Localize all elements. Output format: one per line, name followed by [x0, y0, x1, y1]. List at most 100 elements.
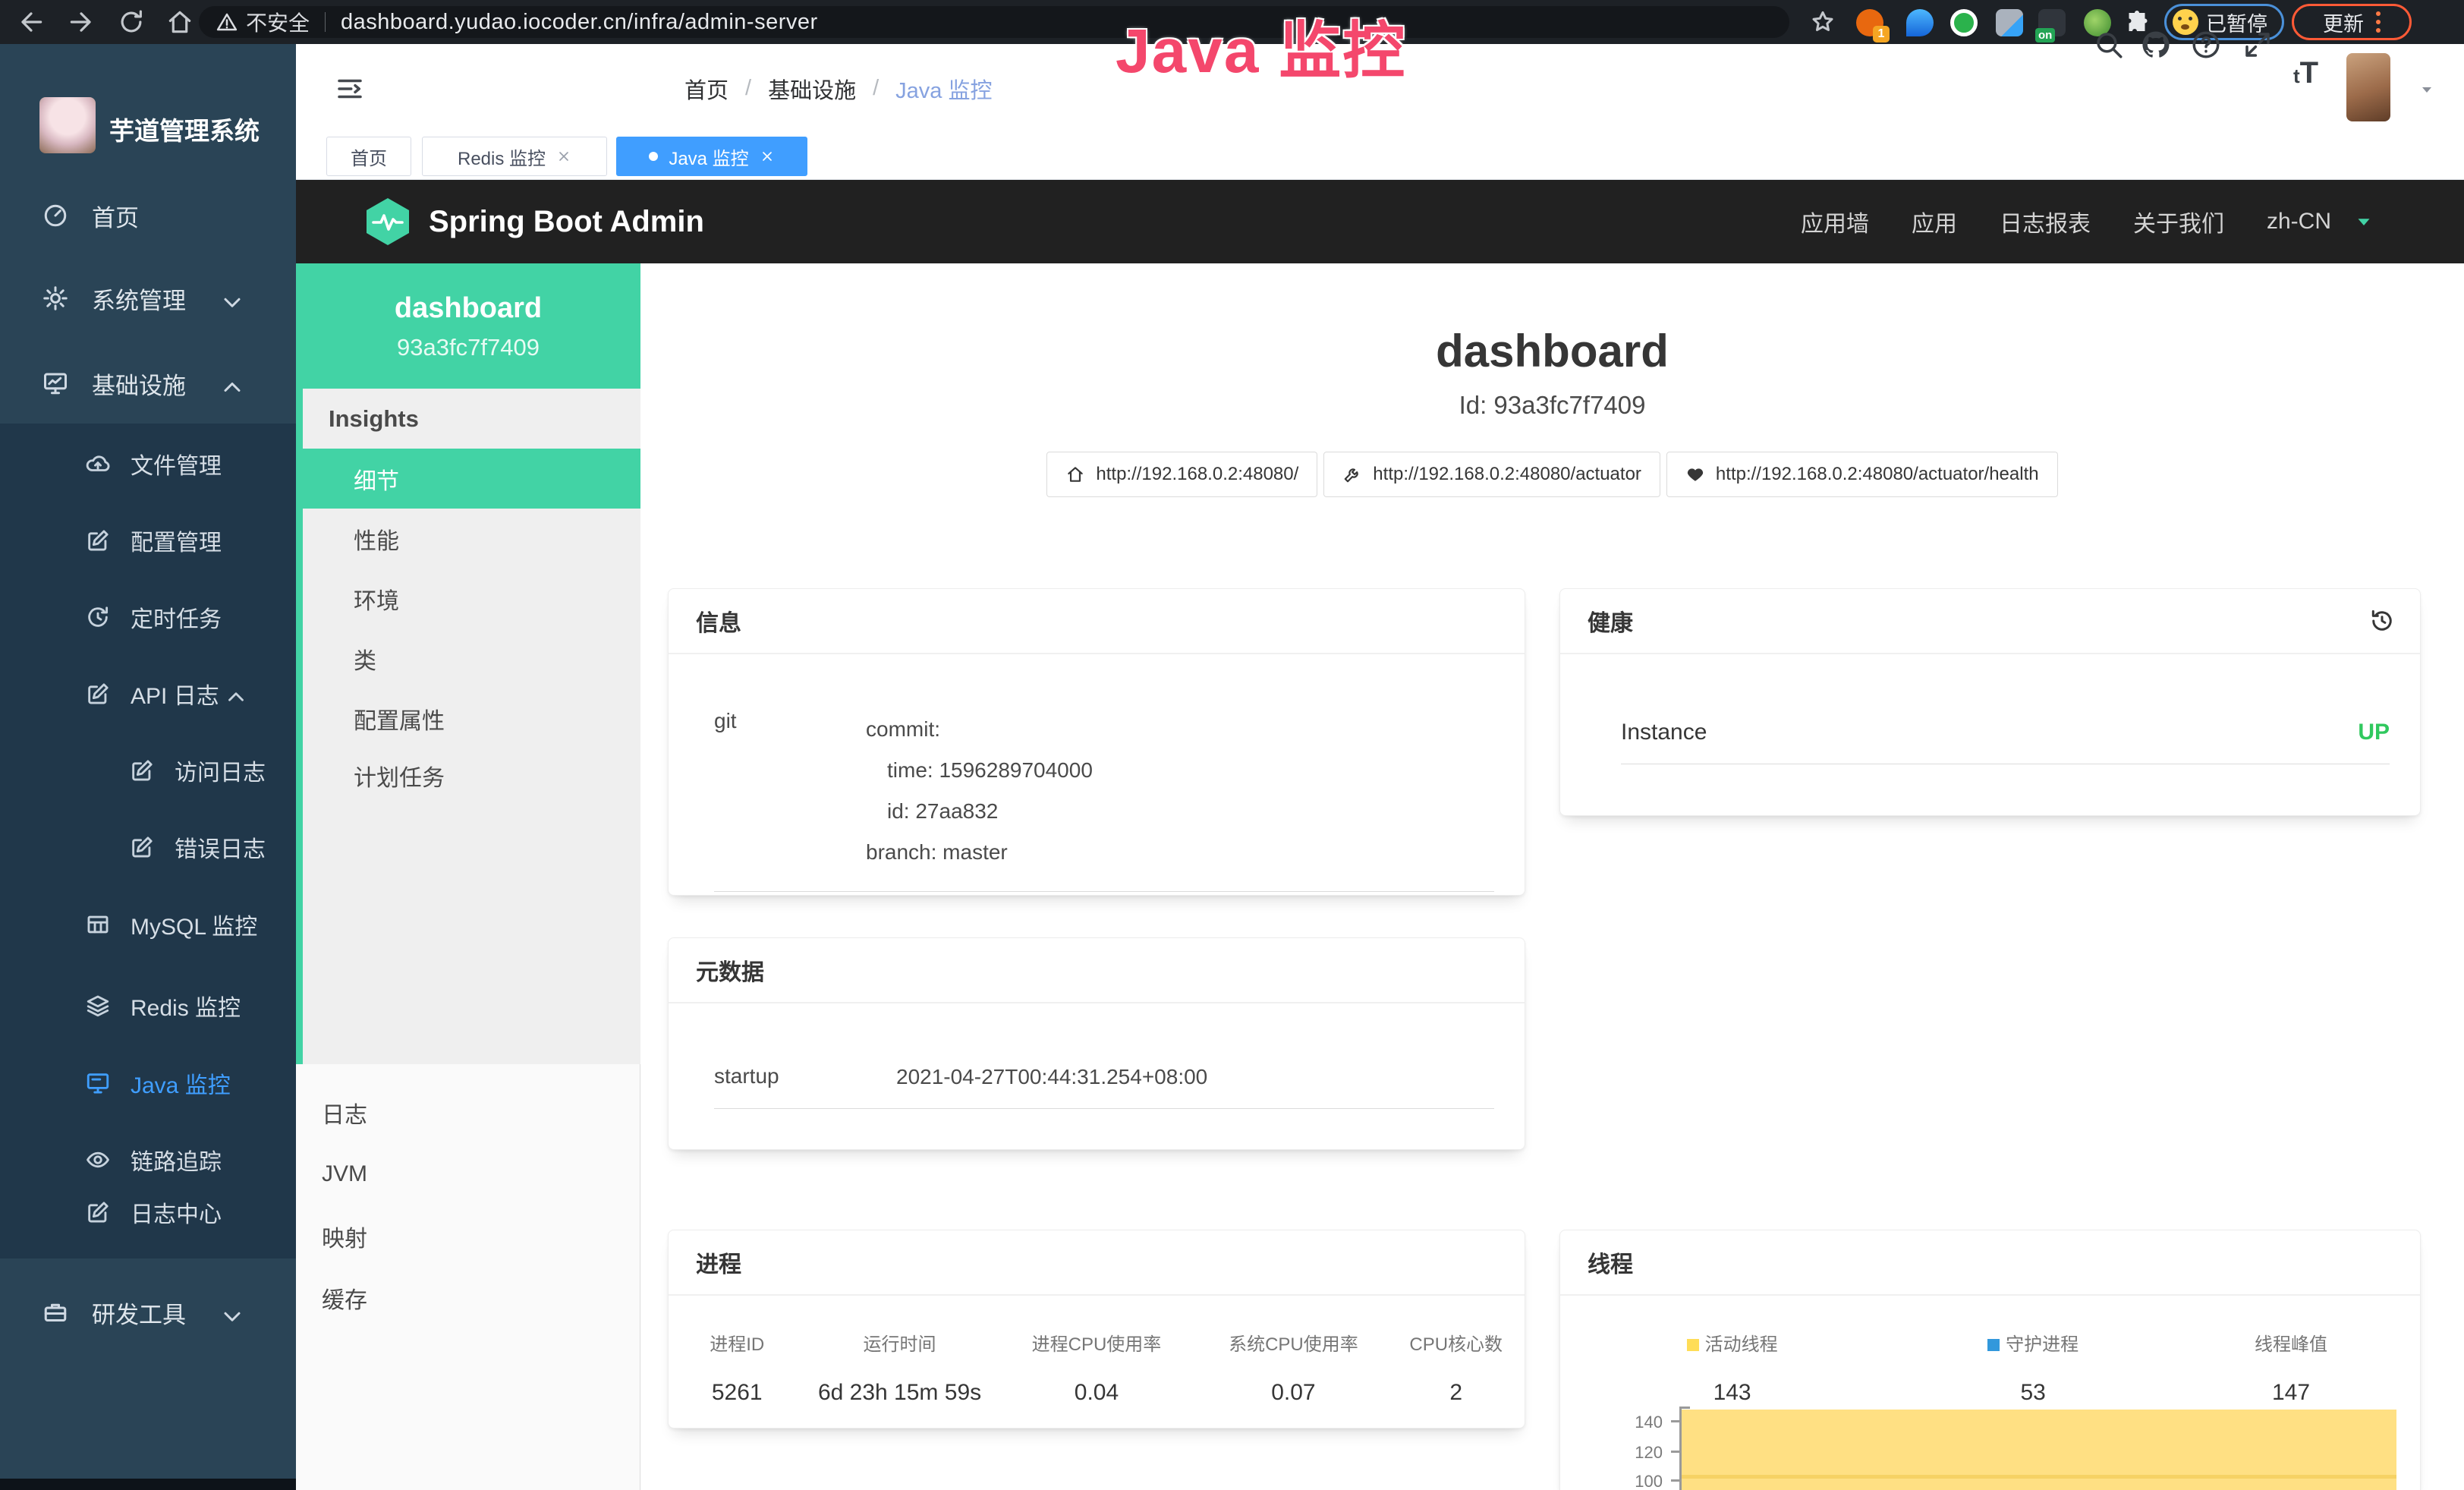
- breadcrumb-home[interactable]: 首页: [684, 73, 729, 105]
- browser-forward-icon[interactable]: [67, 8, 96, 36]
- update-label: 更新: [2323, 8, 2364, 37]
- browser-menu-icon[interactable]: [2376, 11, 2381, 33]
- extension-pin-icon[interactable]: [1906, 9, 1934, 36]
- legend-live-threads: 活动线程 143: [1560, 1329, 1904, 1406]
- history-icon[interactable]: [2368, 607, 2396, 635]
- ytick-120: 120: [1617, 1443, 1663, 1463]
- tab-redis-monitor[interactable]: Redis 监控: [422, 137, 607, 176]
- threads-card-title: 线程: [1560, 1230, 2420, 1296]
- sidebar-item-redis-monitor[interactable]: Redis 监控: [0, 975, 296, 1036]
- extension-grid-icon[interactable]: [1996, 9, 2023, 36]
- page-title: dashboard: [640, 325, 2464, 377]
- close-icon[interactable]: [760, 149, 775, 164]
- threads-card: 线程 活动线程 143 守护进程 53 线程峰值 147 1: [1559, 1230, 2421, 1490]
- sidebar-item-java-monitor[interactable]: Java 监控: [0, 1053, 296, 1114]
- sidebar-item-tracing[interactable]: 链路追踪: [0, 1129, 296, 1190]
- sba-item-details[interactable]: 细节: [296, 449, 640, 509]
- url-text[interactable]: dashboard.yudao.iocoder.cn/infra/admin-s…: [341, 10, 818, 35]
- nav-about[interactable]: 关于我们: [2133, 205, 2224, 238]
- sidebar-item-access-logs[interactable]: 访问日志: [0, 740, 296, 801]
- sba-item-config-props[interactable]: 配置属性: [296, 688, 640, 748]
- health-card: 健康 Instance UP: [1559, 588, 2421, 816]
- bookmark-star-icon[interactable]: [1809, 8, 1836, 36]
- gear-icon: [42, 285, 69, 312]
- extension-dark-icon[interactable]: on: [2038, 9, 2066, 36]
- nav-language[interactable]: zh-CN: [2267, 209, 2331, 235]
- address-bar[interactable]: 不安全 dashboard.yudao.iocoder.cn/infra/adm…: [199, 6, 1789, 38]
- app-title: 芋道管理系统: [109, 111, 260, 147]
- nav-application-wall[interactable]: 应用墙: [1801, 205, 1869, 238]
- layers-icon: [85, 993, 111, 1019]
- actuator-url-chip[interactable]: http://192.168.0.2:48080/actuator: [1323, 452, 1660, 497]
- active-dot: [649, 152, 658, 161]
- sidebar-item-system[interactable]: 系统管理: [0, 268, 296, 329]
- browser-reload-icon[interactable]: [117, 8, 146, 36]
- browser-home-icon[interactable]: [165, 8, 194, 36]
- process-card-title: 进程: [669, 1230, 1525, 1296]
- app-logo-row[interactable]: 芋道管理系统: [0, 94, 296, 158]
- avatar-caret-icon[interactable]: [2418, 80, 2436, 99]
- sidebar-item-scheduled-jobs[interactable]: 定时任务: [0, 587, 296, 647]
- sba-item-mappings[interactable]: 映射: [296, 1207, 640, 1266]
- sidebar-item-mysql-monitor[interactable]: MySQL 监控: [0, 894, 296, 955]
- instance-name: dashboard: [296, 292, 640, 325]
- spring-boot-admin-logo: [363, 197, 413, 247]
- sba-item-jvm[interactable]: JVM: [296, 1145, 640, 1204]
- help-icon[interactable]: [2190, 29, 2222, 61]
- sidebar-item-api-logs[interactable]: API 日志: [0, 663, 296, 724]
- sidebar-item-home[interactable]: 首页: [0, 185, 296, 246]
- search-icon[interactable]: [2093, 29, 2125, 61]
- service-url-chip[interactable]: http://192.168.0.2:48080/: [1046, 452, 1317, 497]
- insights-section: Insights 细节 性能 环境 类 配置属性 计划任务: [296, 389, 640, 1064]
- fullscreen-icon[interactable]: [2242, 29, 2274, 61]
- extension-sync-icon[interactable]: 1: [1856, 9, 1883, 36]
- sba-item-caches[interactable]: 缓存: [296, 1268, 640, 1328]
- annotation-java-monitor: Java 监控: [1116, 0, 1406, 90]
- sba-item-environment[interactable]: 环境: [296, 569, 640, 628]
- sidebar-item-infra[interactable]: 基础设施: [0, 353, 296, 414]
- sidebar-item-file-manage[interactable]: 文件管理: [0, 433, 296, 494]
- threads-area-series: [1682, 1410, 2396, 1490]
- sidebar-item-log-center[interactable]: 日志中心: [0, 1182, 296, 1243]
- process-col-pid: 进程ID 5261: [669, 1329, 805, 1406]
- sba-sidebar: dashboard 93a3fc7f7409 Insights 细节 性能 环境…: [296, 263, 640, 1490]
- tags-view: 首页 Redis 监控 Java 监控: [296, 133, 2464, 180]
- chevron-up-icon: [223, 684, 249, 710]
- health-url-chip[interactable]: http://192.168.0.2:48080/actuator/health: [1666, 452, 2058, 497]
- browser-back-icon[interactable]: [17, 8, 46, 36]
- sba-item-classes[interactable]: 类: [296, 628, 640, 688]
- metadata-startup-row: startup 2021-04-27T00:44:31.254+08:00: [714, 1064, 1494, 1109]
- nav-log-report[interactable]: 日志报表: [2000, 205, 2091, 238]
- sba-item-logs[interactable]: 日志: [296, 1083, 640, 1142]
- heart-icon: [1685, 465, 1705, 484]
- process-col-uptime: 运行时间 6d 23h 15m 59s: [805, 1329, 993, 1406]
- close-icon[interactable]: [556, 149, 571, 164]
- cloud-upload-icon: [85, 451, 111, 477]
- not-secure-label[interactable]: 不安全: [246, 7, 310, 37]
- hamburger-icon[interactable]: [334, 73, 366, 105]
- sba-item-scheduled-tasks[interactable]: 计划任务: [296, 745, 640, 805]
- sidebar-item-config-manage[interactable]: 配置管理: [0, 510, 296, 571]
- github-icon[interactable]: [2140, 29, 2172, 61]
- breadcrumb-infra[interactable]: 基础设施: [768, 73, 856, 105]
- sidebar-item-dev-tools[interactable]: 研发工具: [0, 1282, 296, 1343]
- extension-green-icon[interactable]: [1950, 9, 1978, 36]
- edit-icon: [129, 758, 155, 783]
- instance-header[interactable]: dashboard 93a3fc7f7409: [296, 263, 640, 389]
- browser-update-button[interactable]: 更新: [2292, 4, 2412, 40]
- live-threads-swatch: [1687, 1339, 1699, 1351]
- process-col-cpu: 进程CPU使用率 0.04: [994, 1329, 1200, 1406]
- tab-home[interactable]: 首页: [326, 137, 411, 176]
- sba-item-metrics[interactable]: 性能: [296, 509, 640, 569]
- health-instance-row[interactable]: Instance UP: [1621, 720, 2390, 764]
- font-size-icon[interactable]: tT: [2293, 56, 2318, 90]
- threads-chart: 140 120 100: [1560, 1407, 2421, 1490]
- metadata-key: startup: [714, 1064, 896, 1090]
- info-value: commit: time: 1596289704000 id: 27aa832 …: [866, 709, 1093, 873]
- tab-java-monitor[interactable]: Java 监控: [616, 137, 807, 176]
- user-avatar[interactable]: [2346, 53, 2390, 121]
- sidebar-item-error-logs[interactable]: 错误日志: [0, 817, 296, 877]
- language-caret-icon[interactable]: [2352, 210, 2375, 233]
- sba-brand[interactable]: Spring Boot Admin: [429, 180, 704, 263]
- nav-applications[interactable]: 应用: [1912, 205, 1957, 238]
